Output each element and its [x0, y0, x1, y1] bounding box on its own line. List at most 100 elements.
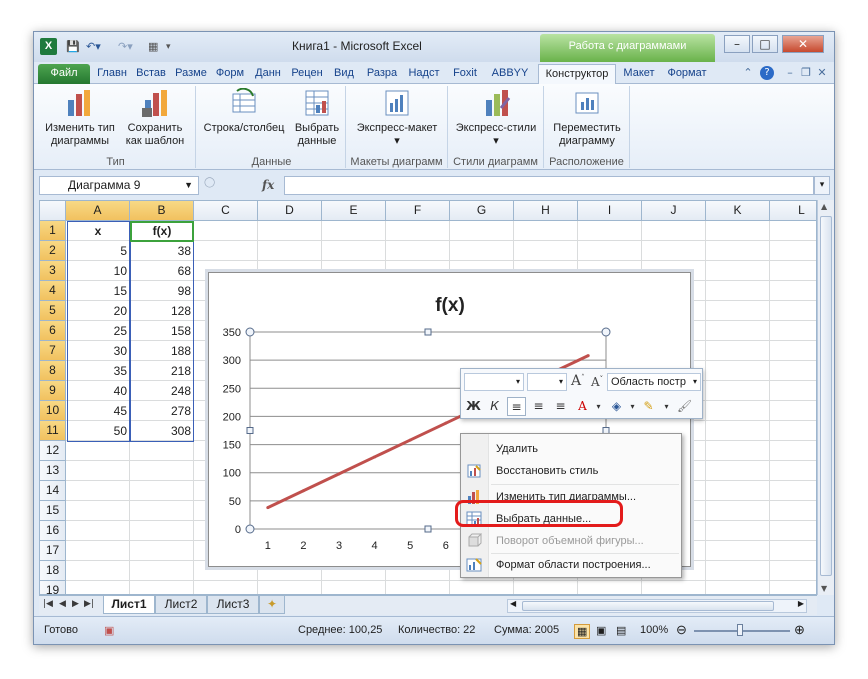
tab-view[interactable]: Вид: [328, 64, 360, 84]
formula-bar-splitter-icon[interactable]: ◯: [204, 177, 215, 188]
series-point[interactable]: [373, 455, 377, 459]
row-header-5[interactable]: 5: [40, 301, 66, 321]
tab-formulas[interactable]: Форм: [212, 64, 248, 84]
column-header-F[interactable]: F: [386, 201, 450, 221]
row-header-7[interactable]: 7: [40, 341, 66, 361]
y-tick-label[interactable]: 150: [223, 440, 241, 452]
y-tick-label[interactable]: 0: [235, 524, 241, 536]
switch-row-column-button[interactable]: Строка/столбец: [200, 88, 288, 135]
customize-qat-icon[interactable]: ▾: [166, 39, 171, 55]
help-icon[interactable]: ?: [760, 66, 774, 80]
first-sheet-icon[interactable]: |◀: [43, 599, 53, 609]
column-header-G[interactable]: G: [450, 201, 514, 221]
row-header-13[interactable]: 13: [40, 461, 66, 481]
y-tick-label[interactable]: 200: [223, 411, 241, 423]
insert-function-icon[interactable]: fx: [262, 178, 274, 192]
doc-close-icon[interactable]: ✕: [814, 66, 830, 80]
sheet-tab-3[interactable]: Лист3: [207, 596, 259, 614]
collapse-ribbon-icon[interactable]: ⌃: [740, 66, 756, 80]
align-left-icon[interactable]: ≡: [507, 397, 526, 416]
column-header-I[interactable]: I: [578, 201, 642, 221]
menu-item-reset-style[interactable]: Восстановить стиль: [461, 460, 681, 482]
row-header-1[interactable]: 1: [40, 221, 66, 241]
column-header-B[interactable]: B: [130, 201, 194, 221]
row-header-9[interactable]: 9: [40, 381, 66, 401]
row-header-11[interactable]: 11: [40, 421, 66, 441]
outline-color-dropdown-icon[interactable]: ▾: [657, 397, 676, 416]
x-tick-label[interactable]: 2: [300, 540, 306, 552]
page-layout-view-icon[interactable]: ▣: [596, 624, 606, 637]
grow-font-icon[interactable]: A˄: [571, 373, 585, 389]
align-right-icon[interactable]: ≡: [551, 397, 570, 416]
select-all-corner[interactable]: [40, 201, 66, 221]
horizontal-scroll-thumb[interactable]: [522, 601, 774, 611]
y-tick-label[interactable]: 350: [223, 327, 241, 339]
x-tick-label[interactable]: 1: [265, 540, 271, 552]
horizontal-scrollbar[interactable]: ◀ ▶: [507, 599, 807, 613]
tab-developer[interactable]: Разра: [362, 64, 402, 84]
y-tick-label[interactable]: 300: [223, 355, 241, 367]
row-header-14[interactable]: 14: [40, 481, 66, 501]
tab-insert[interactable]: Встав: [132, 64, 170, 84]
expand-formula-bar-icon[interactable]: ▾: [814, 176, 830, 195]
column-header-A[interactable]: A: [66, 201, 130, 221]
vertical-scrollbar[interactable]: ▲ ▼: [817, 200, 834, 595]
row-header-16[interactable]: 16: [40, 521, 66, 541]
series-point[interactable]: [444, 421, 448, 425]
tab-design[interactable]: Конструктор: [538, 64, 616, 84]
zoom-level[interactable]: 100%: [640, 624, 668, 636]
macro-record-icon[interactable]: ▣: [104, 624, 114, 637]
plot-area-handle[interactable]: [424, 525, 432, 533]
plot-area-handle[interactable]: [245, 327, 255, 337]
doc-restore-icon[interactable]: ❐: [798, 66, 814, 80]
x-tick-label[interactable]: 3: [336, 540, 342, 552]
tab-file[interactable]: Файл: [38, 64, 90, 84]
move-chart-button[interactable]: Переместить диаграмму: [548, 88, 626, 148]
formula-input[interactable]: [284, 176, 814, 195]
column-header-E[interactable]: E: [322, 201, 386, 221]
tab-foxit[interactable]: Foxit: [446, 64, 484, 84]
zoom-slider-thumb[interactable]: [737, 624, 743, 636]
insert-sheet-icon[interactable]: ✦: [259, 596, 285, 614]
column-header-J[interactable]: J: [642, 201, 706, 221]
row-header-18[interactable]: 18: [40, 561, 66, 581]
series-point[interactable]: [337, 472, 341, 476]
font-size-box[interactable]: ▾: [527, 373, 567, 391]
excel-logo-icon[interactable]: X: [40, 38, 57, 55]
column-header-H[interactable]: H: [514, 201, 578, 221]
y-tick-label[interactable]: 100: [223, 468, 241, 480]
prev-sheet-icon[interactable]: ◀: [59, 599, 66, 609]
minimize-button[interactable]: –: [724, 35, 750, 53]
quick-access-icon[interactable]: ▦: [148, 39, 158, 55]
font-color-dropdown-icon[interactable]: ▾: [589, 397, 608, 416]
row-header-12[interactable]: 12: [40, 441, 66, 461]
italic-button[interactable]: К: [485, 397, 504, 416]
quick-styles-button[interactable]: Экспресс-стили ▾: [450, 88, 542, 148]
format-painter-icon[interactable]: 🖌: [675, 397, 694, 416]
series-point[interactable]: [301, 489, 305, 493]
row-header-4[interactable]: 4: [40, 281, 66, 301]
page-break-view-icon[interactable]: ▤: [616, 624, 626, 637]
row-header-17[interactable]: 17: [40, 541, 66, 561]
x-tick-label[interactable]: 4: [372, 540, 378, 552]
close-button[interactable]: ✕: [782, 35, 824, 53]
font-name-box[interactable]: ▾: [464, 373, 524, 391]
select-data-ribbon-button[interactable]: Выбрать данные: [290, 88, 344, 148]
menu-item-delete[interactable]: Удалить: [461, 438, 681, 460]
plot-area-handle[interactable]: [424, 328, 432, 336]
tab-home[interactable]: Главн: [94, 64, 130, 84]
last-sheet-icon[interactable]: ▶|: [84, 599, 94, 609]
row-header-6[interactable]: 6: [40, 321, 66, 341]
series-point[interactable]: [408, 438, 412, 442]
row-header-15[interactable]: 15: [40, 501, 66, 521]
tab-abbyy[interactable]: ABBYY: [486, 64, 534, 84]
sheet-tab-2[interactable]: Лист2: [155, 596, 207, 614]
shrink-font-icon[interactable]: A˅: [591, 375, 603, 389]
quick-layout-button[interactable]: Экспресс-макет ▾: [350, 88, 444, 148]
column-header-L[interactable]: L: [770, 201, 816, 221]
tab-page-layout[interactable]: Разме: [172, 64, 210, 84]
column-header-C[interactable]: C: [194, 201, 258, 221]
y-tick-label[interactable]: 250: [223, 383, 241, 395]
tab-format[interactable]: Формат: [662, 64, 712, 84]
series-point[interactable]: [586, 354, 590, 358]
